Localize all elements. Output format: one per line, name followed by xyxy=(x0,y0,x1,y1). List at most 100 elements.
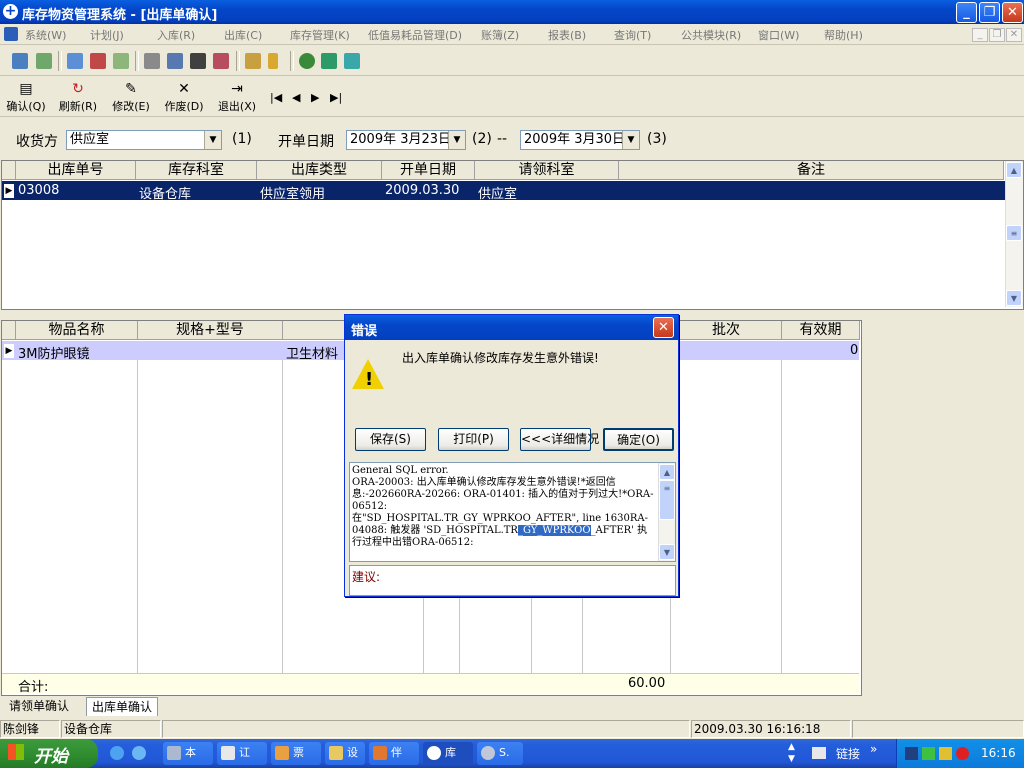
menu-query[interactable]: 查询(T) xyxy=(614,27,651,43)
open-icon[interactable] xyxy=(12,53,28,69)
menu-system[interactable]: 系统(W) xyxy=(25,27,66,43)
taskbar-task[interactable]: 伴 xyxy=(369,742,419,765)
links-chevron-icon[interactable]: » xyxy=(870,742,877,756)
menu-common[interactable]: 公共模块(R) xyxy=(681,27,741,43)
chevron-down-icon[interactable]: ▼ xyxy=(204,131,221,149)
task-scroll-arrows[interactable]: ▲ ▼ xyxy=(788,741,795,765)
column-header[interactable]: 开单日期 xyxy=(382,161,475,180)
close-button[interactable]: ✕ xyxy=(1002,2,1023,23)
column-header[interactable]: 出库单号 xyxy=(16,161,136,180)
table-row[interactable]: ▶ 03008 设备仓库 供应室领用 2009.03.30 供应室 xyxy=(2,181,1005,202)
mdi-close-button[interactable]: ✕ xyxy=(1006,28,1022,42)
ok-button[interactable]: 确定(O) xyxy=(603,428,674,451)
edit-list-icon[interactable] xyxy=(167,53,183,69)
taskbar-task[interactable]: 设 xyxy=(325,742,365,765)
menu-help[interactable]: 帮助(H) xyxy=(824,27,863,43)
scroll-thumb[interactable]: ≡ xyxy=(659,480,675,520)
menu-outbound[interactable]: 出库(C) xyxy=(224,27,262,43)
task-label: 本 xyxy=(185,746,196,759)
check-icon[interactable] xyxy=(36,53,52,69)
calculator-icon[interactable] xyxy=(344,53,360,69)
book-icon[interactable] xyxy=(321,53,337,69)
tab-requisition-confirm[interactable]: 请领单确认 xyxy=(4,697,75,716)
details-button[interactable]: <<<详细情况 xyxy=(520,428,599,451)
keyboard-icon[interactable] xyxy=(812,747,826,759)
prev-record-button[interactable]: ◀ xyxy=(292,91,300,104)
mdi-restore-button[interactable]: ❐ xyxy=(989,28,1005,42)
print-icon[interactable] xyxy=(213,53,229,69)
taskbar-task-active[interactable]: 库 xyxy=(423,742,473,765)
column-header[interactable]: 有效期 xyxy=(782,321,860,340)
document-icon[interactable] xyxy=(4,27,18,41)
column-header[interactable]: 备注 xyxy=(619,161,1004,180)
start-button[interactable]: 开始 xyxy=(0,739,98,768)
refresh-button[interactable]: ↻ 刷新(R) xyxy=(56,80,100,114)
menu-consumables[interactable]: 低值易耗品管理(D) xyxy=(368,27,462,43)
first-record-button[interactable]: |◀ xyxy=(270,91,282,104)
taskbar-task[interactable]: 讧 xyxy=(217,742,267,765)
chevron-down-icon[interactable]: ▼ xyxy=(622,131,639,149)
scroll-down-icon[interactable]: ▼ xyxy=(659,544,675,560)
suggestion-box[interactable]: 建议: xyxy=(349,565,676,596)
vertical-scrollbar[interactable]: ▲ ≡ ▼ xyxy=(1005,161,1023,307)
minimize-button[interactable]: _ xyxy=(956,2,977,23)
receiver-select[interactable]: 供应室 ▼ xyxy=(66,130,222,150)
window-title-bar[interactable]: + 库存物资管理系统 - [出库单确认] _ ❐ ✕ xyxy=(0,0,1024,24)
mdi-minimize-button[interactable]: _ xyxy=(972,28,988,42)
orders-grid[interactable]: 出库单号 库存科室 出库类型 开单日期 请领科室 备注 ▶ 03008 设备仓库… xyxy=(1,160,1024,310)
menu-stock[interactable]: 库存管理(K) xyxy=(290,27,350,43)
menu-window[interactable]: 窗口(W) xyxy=(758,27,799,43)
print-button[interactable]: 打印(P) xyxy=(438,428,509,451)
taskbar-task[interactable]: S. xyxy=(477,742,523,765)
menu-reports[interactable]: 报表(B) xyxy=(548,27,586,43)
links-toolbar[interactable]: 链接 xyxy=(836,745,860,762)
edit-button[interactable]: ✎ 修改(E) xyxy=(109,80,153,114)
taskbar-task[interactable]: 本 xyxy=(163,742,213,765)
clock[interactable]: 16:16 xyxy=(981,746,1016,760)
column-header[interactable]: 库存科室 xyxy=(136,161,257,180)
save-button[interactable]: 保存(S) xyxy=(355,428,426,451)
maximize-button[interactable]: ❐ xyxy=(979,2,1000,23)
menu-plan[interactable]: 计划(J) xyxy=(90,27,124,43)
form-icon[interactable] xyxy=(67,53,83,69)
confirm-button[interactable]: ▤ 确认(Q) xyxy=(4,80,48,114)
exit-button[interactable]: ⇥ 退出(X) xyxy=(215,80,259,114)
key-icon[interactable] xyxy=(268,53,278,69)
ie-icon[interactable] xyxy=(110,746,124,760)
scroll-down-icon[interactable]: ▼ xyxy=(1006,290,1022,306)
minus-circle-icon[interactable] xyxy=(299,53,315,69)
scroll-up-icon[interactable]: ▲ xyxy=(1006,162,1022,178)
menu-ledger[interactable]: 账簿(Z) xyxy=(481,27,519,43)
recycle-icon[interactable] xyxy=(113,53,129,69)
app-icon: + xyxy=(3,3,18,19)
column-header[interactable]: 请领科室 xyxy=(475,161,619,180)
dialog-close-button[interactable]: ✕ xyxy=(653,317,674,338)
next-record-button[interactable]: ▶ xyxy=(311,91,319,104)
date-to-picker[interactable]: 2009年 3月30日 ▼ xyxy=(520,130,640,150)
report-icon[interactable] xyxy=(90,53,106,69)
folder-icon[interactable] xyxy=(245,53,261,69)
search-icon[interactable] xyxy=(144,53,160,69)
taskbar-task[interactable]: 票 xyxy=(271,742,321,765)
void-button[interactable]: ✕ 作废(D) xyxy=(162,80,206,114)
details-scrollbar[interactable]: ▲ ≡ ▼ xyxy=(658,463,675,561)
grid-icon[interactable] xyxy=(190,53,206,69)
pencil-icon[interactable] xyxy=(939,747,952,760)
date-from-picker[interactable]: 2009年 3月23日 ▼ xyxy=(346,130,466,150)
error-details-text[interactable]: General SQL error. ORA-20003: 出入库单确认修改库存… xyxy=(349,462,676,562)
menu-inbound[interactable]: 入库(R) xyxy=(157,27,195,43)
network-icon[interactable] xyxy=(905,747,918,760)
chevron-down-icon[interactable]: ▼ xyxy=(448,131,465,149)
dialog-title-bar[interactable]: 错误 ✕ xyxy=(345,315,678,340)
stop-icon[interactable] xyxy=(956,747,969,760)
last-record-button[interactable]: ▶| xyxy=(330,91,342,104)
column-header[interactable]: 物品名称 xyxy=(16,321,138,340)
scroll-up-icon[interactable]: ▲ xyxy=(659,464,675,480)
tab-outbound-confirm[interactable]: 出库单确认 xyxy=(86,697,159,716)
column-header[interactable]: 批次 xyxy=(671,321,782,340)
shield-icon[interactable] xyxy=(922,747,935,760)
column-header[interactable]: 规格+型号 xyxy=(138,321,283,340)
column-header[interactable]: 出库类型 xyxy=(257,161,382,180)
desktop-icon[interactable] xyxy=(132,746,146,760)
scroll-thumb[interactable]: ≡ xyxy=(1006,225,1022,241)
